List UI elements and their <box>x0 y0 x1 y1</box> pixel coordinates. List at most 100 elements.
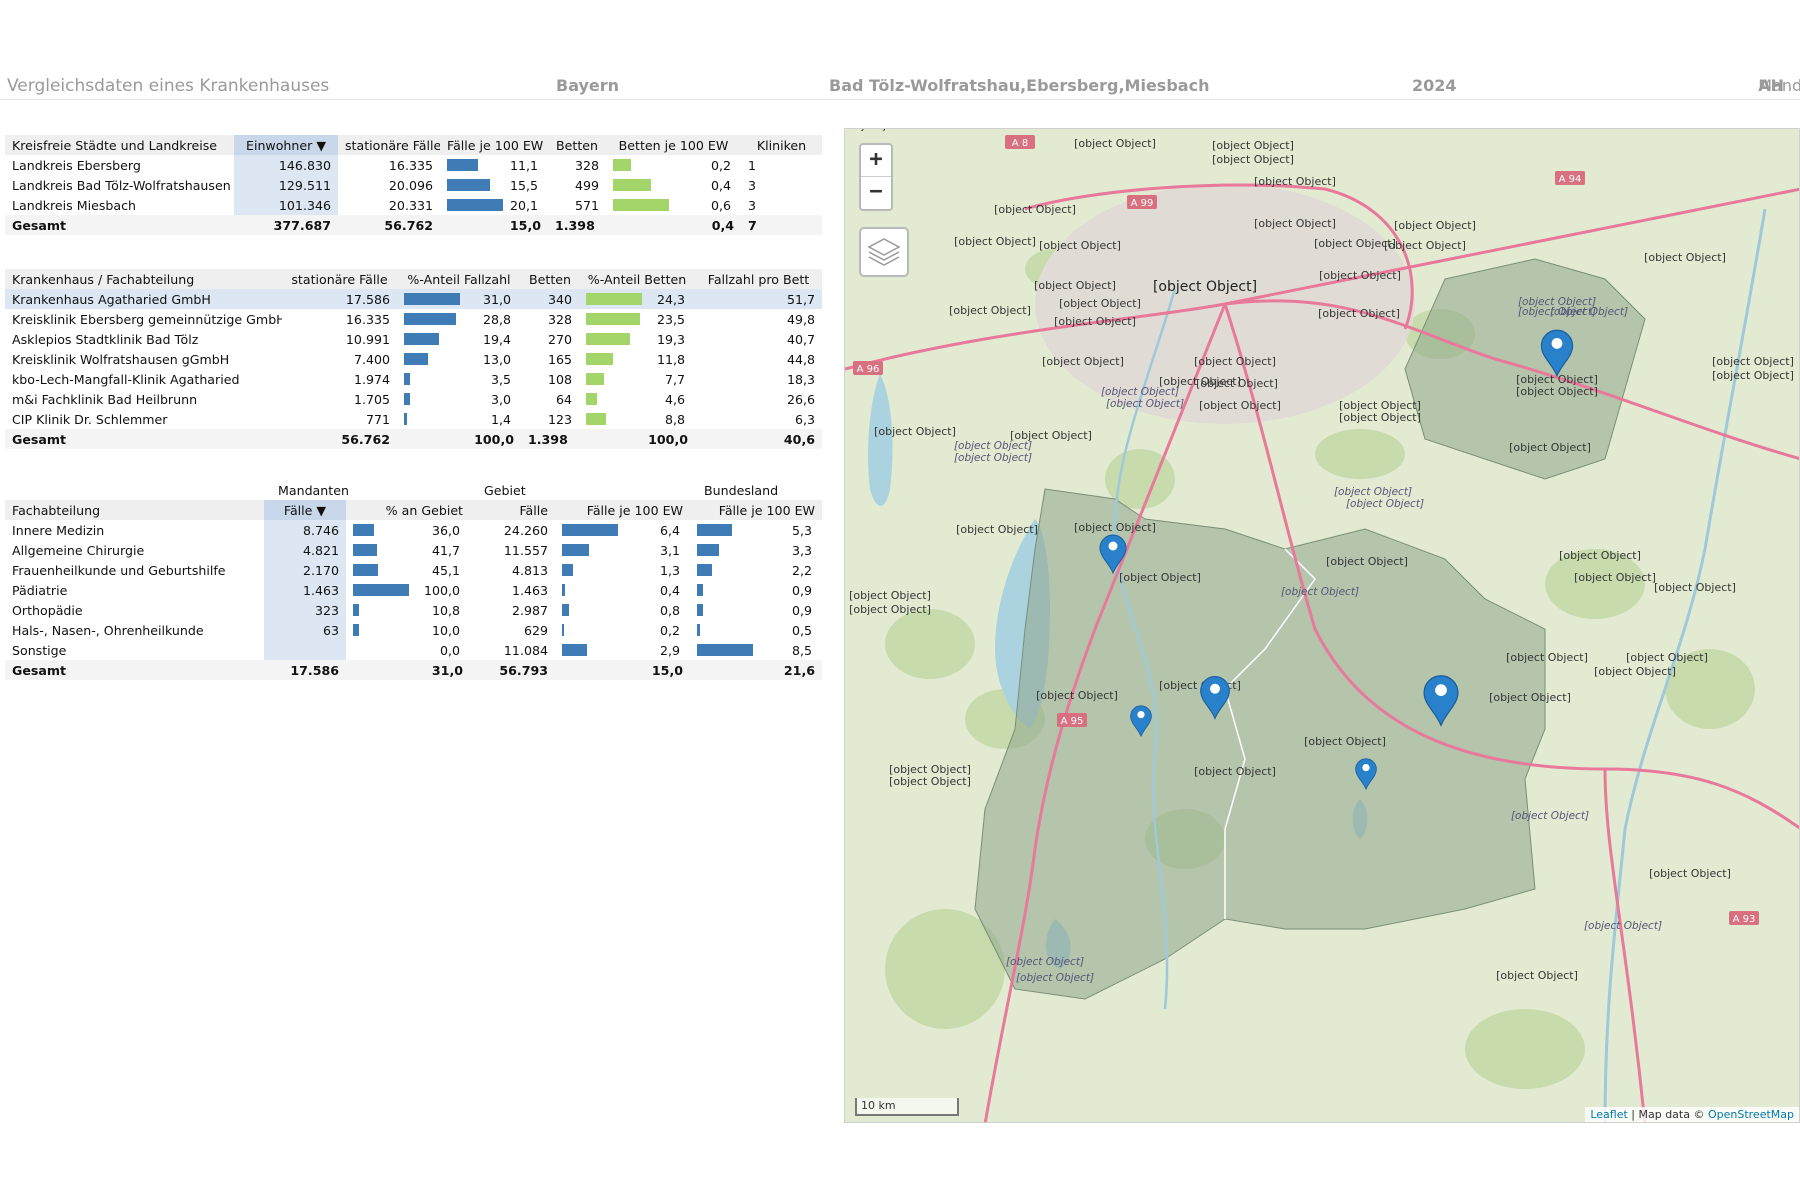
table-row[interactable]: Landkreis Bad Tölz-Wolfratshausen 129.511… <box>5 175 822 195</box>
map-label: [object Object] <box>1199 399 1281 412</box>
gebiet-faelle-je-100-ew: 0,8 <box>555 600 690 620</box>
table-row[interactable]: Hals-, Nasen-, Ohrenheilkunde 63 10,0 629 0,… <box>5 620 822 640</box>
mandant-faelle: 8.746 <box>264 520 346 540</box>
col-stationaere-faelle[interactable]: stationäre Fälle <box>282 269 397 289</box>
betten: 340 <box>521 289 579 309</box>
col-fachabteilung[interactable]: Fachabteilung <box>5 500 264 520</box>
map-label: [object Object] <box>1509 441 1591 454</box>
table-row[interactable]: Frauenheilkunde und Geburtshilfe 2.170 45,… <box>5 560 822 580</box>
map-label: [object Object] <box>1106 398 1184 410</box>
col-kliniken[interactable]: Kliniken <box>741 135 822 155</box>
bundesland-faelle-je-100-ew: 0,9 <box>690 580 822 600</box>
landkreis-name: Landkreis Miesbach <box>12 197 137 213</box>
road-shield-label: A 8 <box>1012 138 1028 149</box>
gebiet-faelle-je-100-ew: 6,4 <box>555 520 690 540</box>
table-row[interactable]: m&i Fachklinik Bad Heilbrunn 1.705 3,0 64 4,… <box>5 389 822 409</box>
col-betten-je-100-ew[interactable]: Betten je 100 EW <box>606 135 741 155</box>
year-filter[interactable]: 2024 <box>1412 76 1457 95</box>
anteil-betten-box: 7,7 <box>586 369 688 389</box>
total-einwohner: 377.687 <box>234 215 338 235</box>
table-row[interactable]: Kreisklinik Wolfratshausen gGmbH 7.400 13,… <box>5 349 822 369</box>
table-row[interactable]: Pädiatrie 1.463 100,0 1.463 0,4 0,9 <box>5 580 822 600</box>
col-einwohner-sorted[interactable]: Einwohner ▼ <box>234 135 338 155</box>
fallzahl-pro-bett: 18,3 <box>786 371 815 387</box>
map-label: [object Object] <box>1196 377 1278 390</box>
col-krankenhaus[interactable]: Krankenhaus / Fachabteilung <box>5 269 282 289</box>
col-gebiet-faelle-je-100-ew[interactable]: Fälle je 100 EW <box>555 500 690 520</box>
anteil-betten-bar <box>586 333 630 345</box>
fachabteilung-table: Mandanten Gebiet Bundesland Fachabteilun… <box>5 480 822 680</box>
gebiet-faelle-je-100-ew-box: 6,4 <box>562 520 683 540</box>
betten: 270 <box>547 331 572 347</box>
forest-area <box>1315 429 1405 479</box>
table-row[interactable]: Orthopädie 323 10,8 2.987 0,8 0,9 <box>5 600 822 620</box>
col-landkreis[interactable]: Kreisfreie Städte und Landkreise <box>5 135 234 155</box>
osm-link[interactable]: OpenStreetMap <box>1708 1108 1794 1121</box>
table-row[interactable]: Asklepios Stadtklinik Bad Tölz 10.991 19,4… <box>5 329 822 349</box>
total-row: Gesamt 17.586 31,0 56.793 15,0 21,6 <box>5 660 822 680</box>
anteil-betten-box: 8,8 <box>586 409 688 429</box>
leaflet-link[interactable]: Leaflet <box>1590 1108 1627 1121</box>
col-bundesland-faelle-je-100-ew[interactable]: Fälle je 100 EW <box>690 500 822 520</box>
col-betten[interactable]: Betten <box>521 269 579 289</box>
col-betten[interactable]: Betten <box>548 135 606 155</box>
table-row[interactable]: Innere Medizin 8.746 36,0 24.260 6,4 5,3 <box>5 520 822 540</box>
anteil-fallzahl-box: 1,4 <box>404 409 514 429</box>
stationaere-faelle: 17.586 <box>282 289 397 309</box>
total-row: Gesamt 56.762 100,0 1.398 100,0 40,6 <box>5 429 822 449</box>
anteil-an-gebiet: 41,7 <box>346 540 470 560</box>
anteil-betten-value: 24,3 <box>656 291 685 307</box>
col-faelle-je-100-ew[interactable]: Fälle je 100 EW <box>440 135 548 155</box>
table-row[interactable]: Landkreis Ebersberg 146.830 16.335 11,1 328 0… <box>5 155 822 175</box>
region-filter[interactable]: Bad Tölz-Wolfratshau,Ebersberg,Miesbach <box>829 76 1209 95</box>
map-label: [object Object] <box>1712 355 1794 368</box>
map-label: [object Object] <box>1036 689 1118 702</box>
stationaere-faelle: 20.331 <box>388 197 433 213</box>
gebiet-faelle-je-100-ew: 1,3 <box>555 560 690 580</box>
zoom-in-button[interactable]: + <box>861 145 891 177</box>
anteil-an-gebiet-box: 10,8 <box>353 600 463 620</box>
table-row[interactable]: kbo-Lech-Mangfall-Klinik Agatharied 1.974… <box>5 369 822 389</box>
anteil-fallzahl: 1,4 <box>397 409 521 429</box>
table-row[interactable]: Sonstige 0,0 11.084 2,9 8,5 <box>5 640 822 660</box>
mandant-filter[interactable]: Mandant: AH <box>1758 76 1800 95</box>
region-map[interactable]: A 8 A 99 A 94 A 96 A 95 A 93 [object Object] [o… <box>844 128 1800 1123</box>
anteil-fallzahl-value: 1,4 <box>490 411 511 427</box>
gebiet-faelle-je-100-ew: 3,1 <box>555 540 690 560</box>
total-row: Gesamt 377.687 56.762 15,0 1.398 0,4 7 <box>5 215 822 235</box>
total-mandant-faelle: 17.586 <box>264 660 346 680</box>
bundesland-faelle-je-100-ew-box: 2,2 <box>697 560 815 580</box>
mandant-faelle: 323 <box>264 600 346 620</box>
road-shield: A 94 <box>1555 171 1585 185</box>
group-gebiet: Gebiet <box>484 482 526 498</box>
col-anteil-betten[interactable]: %-Anteil Betten <box>579 269 695 289</box>
state-filter[interactable]: Bayern <box>556 76 619 95</box>
gebiet-faelle-je-100-ew-bar <box>562 624 564 636</box>
table-row[interactable]: Landkreis Miesbach 101.346 20.331 20,1 571 0,… <box>5 195 822 215</box>
gebiet-faelle-je-100-ew-bar <box>562 604 569 616</box>
map-label: [object Object] <box>1034 279 1116 292</box>
gebiet-faelle-je-100-ew-box: 0,2 <box>562 620 683 640</box>
table-row[interactable]: CIP Klinik Dr. Schlemmer 771 1,4 123 8,8 6,3 <box>5 409 822 429</box>
col-mandant-faelle-sorted[interactable]: Fälle ▼ <box>264 500 346 520</box>
map-label: [object Object] <box>1054 315 1136 328</box>
map-label: [object Object] <box>954 440 1032 452</box>
col-gebiet-faelle[interactable]: Fälle <box>470 500 555 520</box>
zoom-out-button[interactable]: − <box>861 177 891 209</box>
layers-button[interactable] <box>859 227 909 277</box>
col-fallzahl-pro-bett[interactable]: Fallzahl pro Bett <box>695 269 822 289</box>
table-row[interactable]: Krankenhaus Agatharied GmbH 17.586 31,0 340… <box>5 289 822 309</box>
col-stationaere-faelle[interactable]: stationäre Fälle <box>338 135 440 155</box>
map-label: [object Object] <box>954 235 1036 248</box>
col-anteil-an-gebiet[interactable]: % an Gebiet <box>346 500 470 520</box>
col-anteil-fallzahl[interactable]: %-Anteil Fallzahl <box>397 269 521 289</box>
landkreis-name: Landkreis Bad Tölz-Wolfratshausen <box>12 177 231 193</box>
anteil-fallzahl-value: 13,0 <box>482 351 511 367</box>
anteil-betten-value: 8,8 <box>664 411 685 427</box>
map-label: [object Object] <box>1254 217 1336 230</box>
fachabteilung-name: Sonstige <box>12 642 67 658</box>
table-row[interactable]: Allgemeine Chirurgie 4.821 41,7 11.557 3,1 3,… <box>5 540 822 560</box>
anteil-fallzahl-value: 19,4 <box>482 331 511 347</box>
table-row[interactable]: Kreisklinik Ebersberg gemeinnützige GmbH… <box>5 309 822 329</box>
map-canvas[interactable]: A 8 A 99 A 94 A 96 A 95 A 93 [object Object] [o… <box>845 129 1800 1123</box>
